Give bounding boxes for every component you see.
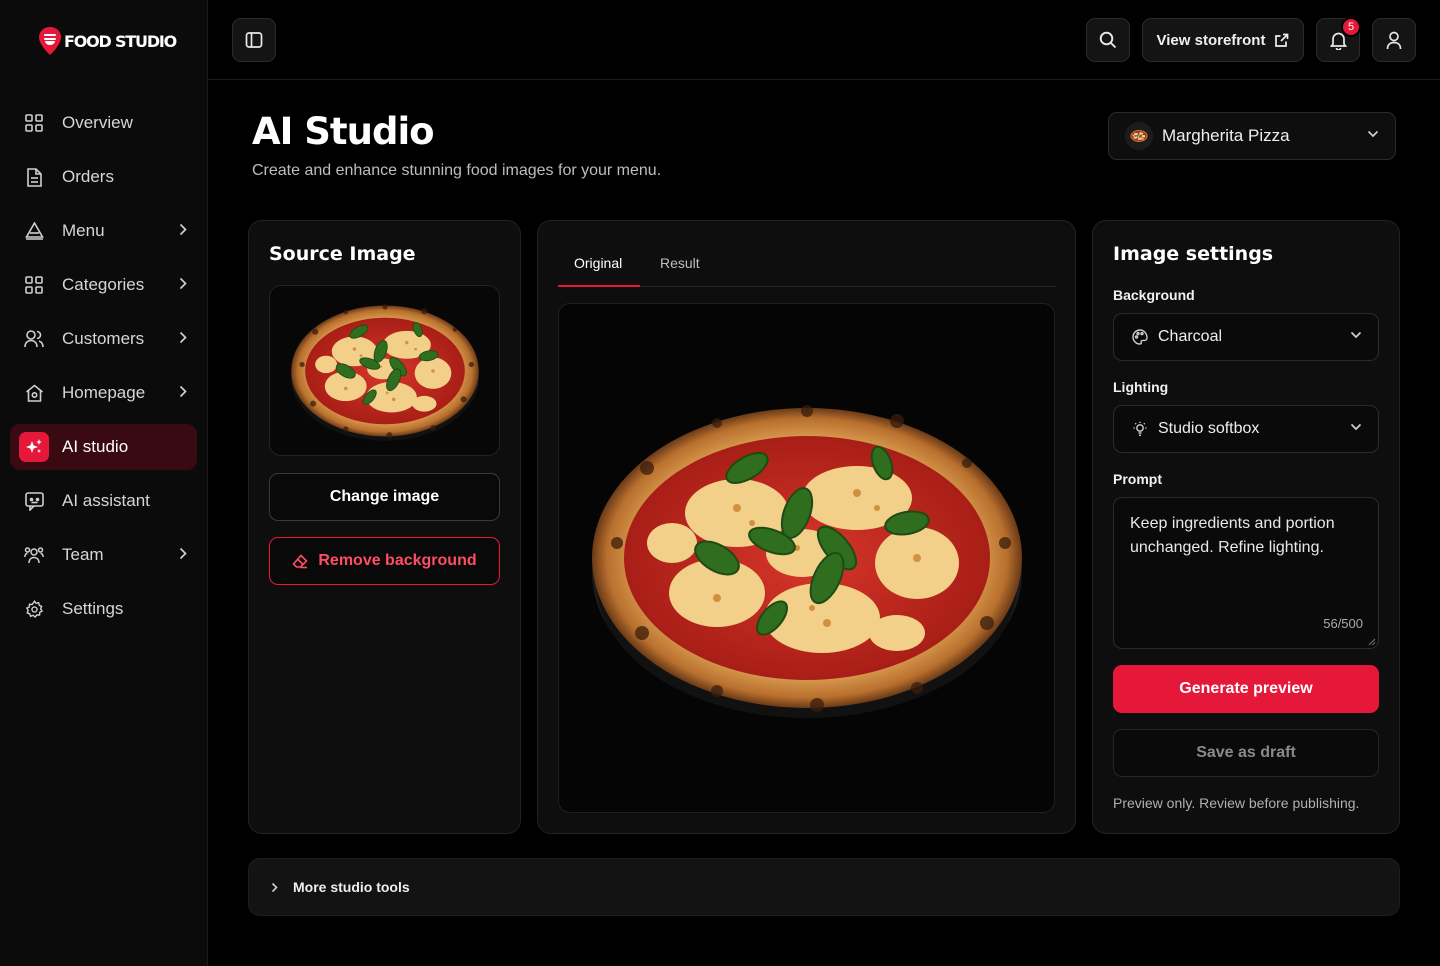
sidebar-item-label: Customers [62,329,145,348]
tab-result[interactable]: Result [660,255,700,271]
chevron-right-icon [179,331,187,344]
sidebar-item-settings[interactable]: Settings [10,586,197,632]
menu-item-select[interactable]: Margherita Pizza [1108,112,1396,160]
generate-preview-label: Generate preview [1179,680,1313,697]
background-select[interactable]: Charcoal [1113,313,1379,361]
chevron-down-icon [1350,331,1362,339]
image-settings-card: Image settings Background Charcoal Light… [1092,220,1400,834]
user-menu-button[interactable] [1372,18,1416,62]
chevron-right-icon [179,223,187,236]
sidebar-item-ai-assistant[interactable]: AI assistant [10,478,197,524]
grid-icon [24,113,44,133]
notifications-button[interactable]: 5 [1316,17,1361,62]
sidebar-item-label: AI assistant [62,491,150,510]
brand-name: FOOD STUDIO [64,31,177,51]
chevron-right-icon [179,277,187,290]
users-icon [24,329,44,349]
page-title: AI Studio [252,110,435,153]
prompt-textarea[interactable]: Keep ingredients and portion unchanged. … [1113,497,1379,649]
sidebar-item-ai-studio[interactable]: AI studio [10,424,197,470]
background-label: Background [1113,287,1195,303]
prompt-character-counter: 56/500 [1323,616,1363,631]
eraser-icon [292,553,308,568]
sidebar-item-team[interactable]: Team [10,532,197,578]
lighting-label: Lighting [1113,379,1169,395]
sidebar-item-label: Settings [62,599,124,618]
sidebar-item-label: Team [62,545,104,564]
location-pin-icon [39,27,61,55]
generate-preview-button[interactable]: Generate preview [1113,665,1379,713]
sidebar-item-customers[interactable]: Customers [10,316,197,362]
more-studio-tools-toggle[interactable]: More studio tools [248,858,1400,916]
more-studio-tools-label: More studio tools [293,879,410,895]
panel-left-icon [245,32,263,48]
selected-item-label: Margherita Pizza [1162,126,1290,145]
tab-original[interactable]: Original [574,255,622,271]
search-button[interactable] [1086,18,1130,62]
preview-hint-text: Preview only. Review before publishing. [1113,795,1360,811]
lighting-select[interactable]: Studio softbox [1113,405,1379,453]
topbar: View storefront 5 [208,0,1440,80]
sidebar-item-label: Categories [62,275,145,294]
change-image-label: Change image [329,488,440,505]
grid-icon [24,275,44,295]
change-image-button[interactable]: Change image [269,473,500,521]
sidebar-item-homepage[interactable]: Homepage [10,370,197,416]
search-icon [1099,31,1117,49]
sidebar-item-categories[interactable]: Categories [10,262,197,308]
background-value: Charcoal [1158,328,1223,345]
preview-tabs: Original Result [558,243,1056,287]
sidebar-nav: Overview Orders Menu Categories Customer… [10,100,197,640]
view-storefront-button[interactable]: View storefront [1142,18,1304,62]
light-bulb-icon [1133,421,1147,437]
palette-icon [1132,329,1148,345]
gear-icon [24,599,44,619]
prompt-text: Keep ingredients and portion unchanged. … [1130,515,1335,556]
sidebar-item-label: Overview [62,113,133,132]
sidebar-item-label: AI studio [62,437,129,456]
view-storefront-label: View storefront [1156,31,1266,49]
sidebar-item-orders[interactable]: Orders [10,154,197,200]
sidebar-toggle-button[interactable] [232,18,276,62]
notification-count-badge: 5 [1341,17,1361,37]
team-icon [24,545,44,565]
chevron-down-icon [1367,130,1379,138]
chevron-right-icon [179,385,187,398]
preview-card: Original Result [537,220,1076,834]
prompt-label: Prompt [1113,471,1162,487]
chevron-down-icon [1350,423,1362,431]
sidebar-item-label: Menu [62,221,105,240]
source-image-thumbnail[interactable] [269,285,500,456]
image-settings-title: Image settings [1113,243,1274,265]
sidebar-item-menu[interactable]: Menu [10,208,197,254]
lighting-value: Studio softbox [1158,420,1260,437]
document-icon [24,167,44,187]
pizza-preview-image [587,393,1027,723]
sidebar-item-overview[interactable]: Overview [10,100,197,146]
remove-background-label: Remove background [318,552,477,569]
page-subtitle: Create and enhance stunning food images … [252,162,662,179]
source-image-card: Source Image Change image Remove backgro… [248,220,521,834]
external-link-icon [1275,33,1289,47]
remove-background-button[interactable]: Remove background [269,537,500,585]
sparkles-icon [19,432,49,462]
save-draft-label: Save as draft [1196,744,1296,761]
chat-bot-icon [24,491,44,511]
brand-logo[interactable]: FOOD STUDIO [38,26,177,56]
resize-handle-icon[interactable] [1368,638,1376,646]
sidebar-item-label: Homepage [62,383,146,402]
pizza-image [289,299,481,443]
user-icon [1386,31,1402,49]
pizza-thumbnail-icon [1125,122,1153,150]
chevron-right-icon [271,882,278,892]
sidebar: FOOD STUDIO Overview Orders Menu Categor… [0,0,208,966]
home-icon [24,383,44,403]
sidebar-item-label: Orders [62,167,114,186]
menu-tray-icon [24,221,44,241]
active-tab-indicator [558,285,640,287]
source-image-title: Source Image [269,243,416,265]
save-draft-button[interactable]: Save as draft [1113,729,1379,777]
chevron-right-icon [179,547,187,560]
preview-image-area [558,303,1055,813]
